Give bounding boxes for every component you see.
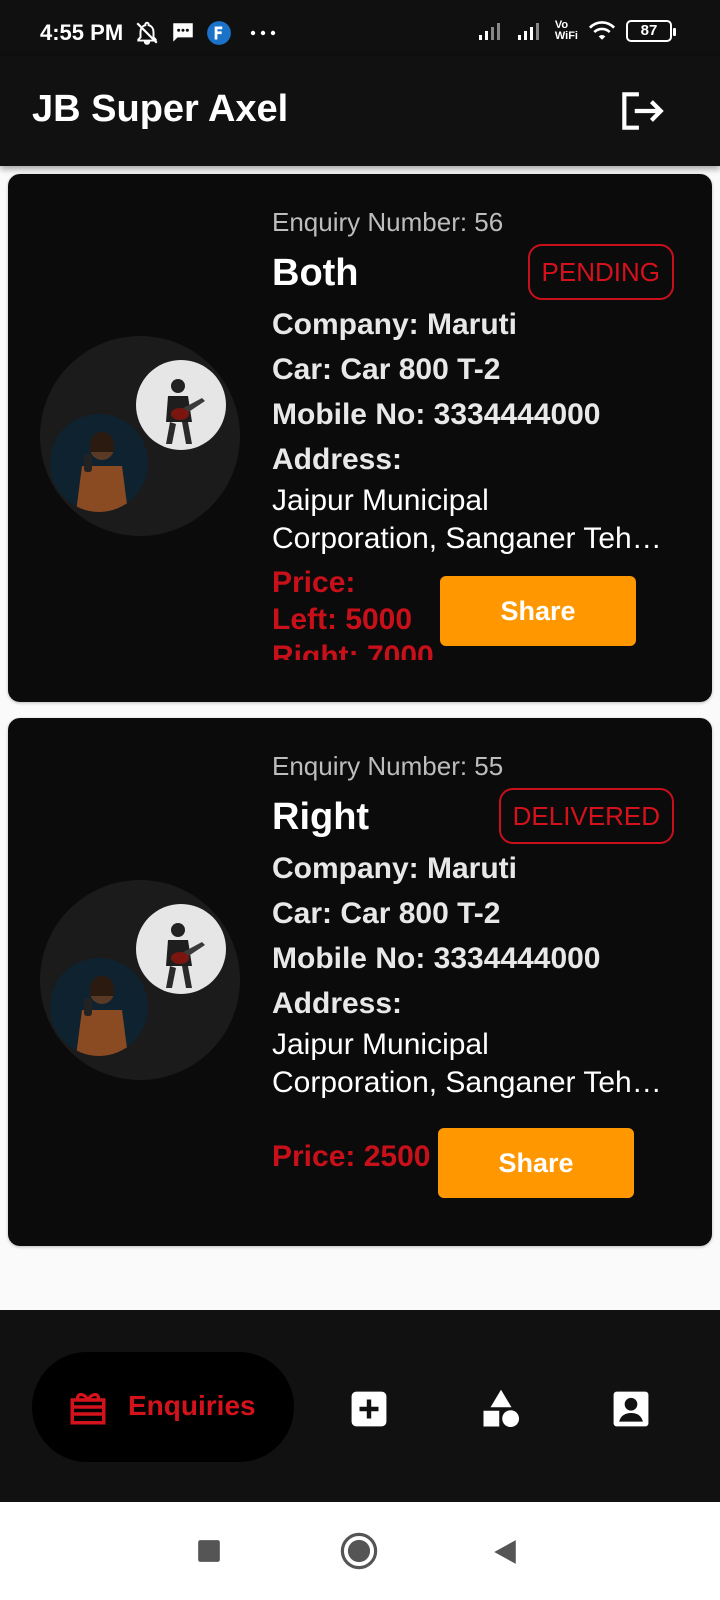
address-line-1: Jaipur Municipal: [272, 1028, 489, 1061]
bottom-navigation: Enquiries: [0, 1310, 720, 1502]
notifications-off-icon: [136, 21, 158, 45]
car-text: Car: Car 800 T-2: [272, 897, 501, 930]
price-right: Right: 7000: [272, 640, 434, 660]
add-box-icon[interactable]: [350, 1390, 388, 1428]
nav-label-enquiries: Enquiries: [128, 1390, 256, 1421]
price-text: Price: 2500: [272, 1140, 431, 1173]
guitarist-avatar: [136, 360, 226, 450]
mobile-text: Mobile No: 3334444000: [272, 942, 601, 975]
app-badge-icon: [207, 21, 231, 45]
enquiry-card[interactable]: Enquiry Number: 56 Both PENDING Company:…: [8, 174, 712, 702]
address-line-2: Corporation, Sanganer Teh…: [272, 522, 662, 555]
vowifi-label: Vo WiFi: [554, 19, 578, 42]
wifi-icon: [588, 21, 616, 40]
battery-indicator: 87: [626, 20, 676, 42]
address-label: Address:: [272, 443, 403, 476]
enquiry-type: Both: [272, 252, 359, 294]
signal-icon: [478, 23, 500, 40]
company-text: Company: Maruti: [272, 852, 518, 885]
status-badge: DELIVERED: [498, 788, 674, 844]
enquiry-number: Enquiry Number: 55: [272, 751, 504, 781]
home-icon[interactable]: [340, 1532, 378, 1570]
car-text: Car: Car 800 T-2: [272, 353, 501, 386]
enquiries-icon: [70, 1392, 106, 1425]
system-navigation-bar: [0, 1502, 720, 1600]
enquiry-card[interactable]: Enquiry Number: 55 Right DELIVERED Compa…: [8, 718, 712, 1246]
enquiry-number: Enquiry Number: 56: [272, 207, 504, 237]
address-label: Address:: [272, 987, 403, 1020]
address-line-2: Corporation, Sanganer Teh…: [272, 1066, 662, 1099]
address-line-1: Jaipur Municipal: [272, 484, 489, 517]
logout-icon[interactable]: [616, 86, 666, 136]
status-bar: 4:55 PM Vo WiFi 87: [0, 0, 720, 56]
more-notifications-icon: [250, 30, 276, 36]
status-time: 4:55 PM: [40, 20, 124, 45]
share-button[interactable]: Share: [438, 1128, 634, 1198]
share-button[interactable]: Share: [440, 576, 636, 646]
app-bar: JB Super Axel: [0, 56, 720, 166]
message-icon: [173, 23, 193, 42]
category-icon[interactable]: [480, 1388, 522, 1430]
signal-icon-2: [517, 23, 539, 40]
price-label: Price:: [272, 566, 356, 599]
back-icon[interactable]: [492, 1538, 518, 1566]
address-value: Jaipur Municipal Corporation, Sanganer T…: [272, 1026, 682, 1102]
guitarist-avatar: [136, 904, 226, 994]
singer-avatar: [50, 414, 148, 512]
enquiry-type: Right: [272, 796, 370, 838]
account-box-icon[interactable]: [612, 1390, 650, 1428]
price-left: Left: 5000: [272, 603, 413, 636]
company-text: Company: Maruti: [272, 308, 518, 341]
nav-item-enquiries[interactable]: Enquiries: [32, 1352, 294, 1462]
address-value: Jaipur Municipal Corporation, Sanganer T…: [272, 482, 682, 558]
status-badge: PENDING: [527, 244, 674, 300]
mobile-text: Mobile No: 3334444000: [272, 398, 601, 431]
app-title: JB Super Axel: [32, 88, 289, 130]
singer-avatar: [50, 958, 148, 1056]
recent-apps-icon[interactable]: [196, 1538, 222, 1564]
price-breakdown: Price: Left: 5000 Right: 7000: [272, 564, 442, 660]
